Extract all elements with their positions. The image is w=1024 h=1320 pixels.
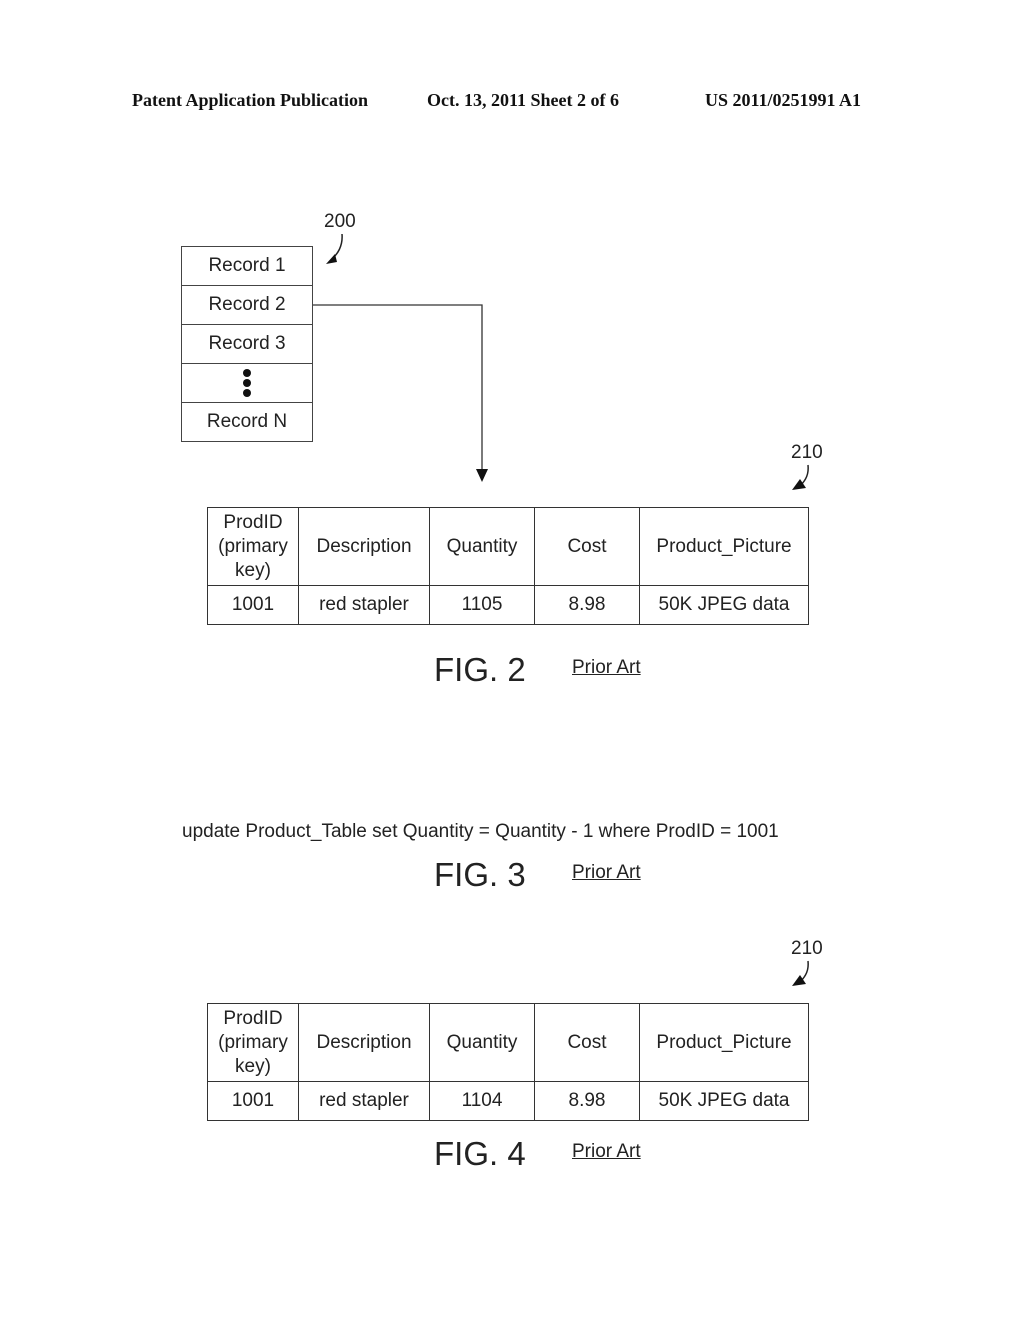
record-item: Record N bbox=[182, 403, 312, 442]
cell-description: red stapler bbox=[298, 585, 430, 625]
cell-description: red stapler bbox=[298, 1081, 430, 1121]
header-description: Description bbox=[298, 1003, 430, 1082]
record-stack: Record 1 Record 2 Record 3 Record N bbox=[181, 246, 313, 442]
ref-number-210-fig4: 210 bbox=[791, 938, 823, 959]
record-to-table-arrow bbox=[312, 304, 483, 470]
fig3-caption: FIG. 3 bbox=[434, 856, 526, 893]
fig2-caption: FIG. 2 bbox=[434, 651, 526, 688]
table-row: 1001 red stapler 1104 8.98 50K JPEG data bbox=[207, 1081, 809, 1121]
cell-cost: 8.98 bbox=[534, 585, 640, 625]
ref-200-arrowhead bbox=[326, 254, 337, 264]
fig4-caption: FIG. 4 bbox=[434, 1135, 526, 1172]
table-row: 1001 red stapler 1105 8.98 50K JPEG data bbox=[207, 585, 809, 625]
product-table-fig4: ProdID (primary key) Description Quantit… bbox=[207, 1003, 809, 1121]
vertical-ellipsis-icon bbox=[243, 369, 251, 397]
header-product-picture: Product_Picture bbox=[639, 1003, 809, 1082]
header-product-picture: Product_Picture bbox=[639, 507, 809, 586]
ref-number-210: 210 bbox=[791, 442, 823, 463]
header-description: Description bbox=[298, 507, 430, 586]
fig2-prior-art-label: Prior Art bbox=[572, 657, 641, 678]
cell-quantity: 1104 bbox=[429, 1081, 535, 1121]
header-cost: Cost bbox=[534, 1003, 640, 1082]
cell-cost: 8.98 bbox=[534, 1081, 640, 1121]
product-table-fig2: ProdID (primary key) Description Quantit… bbox=[207, 507, 809, 625]
header-cost: Cost bbox=[534, 507, 640, 586]
ref-200-leader bbox=[329, 233, 343, 262]
header-quantity: Quantity bbox=[429, 1003, 535, 1082]
ellipsis-record bbox=[182, 364, 312, 403]
record-item: Record 3 bbox=[182, 325, 312, 364]
fig3-prior-art-label: Prior Art bbox=[572, 862, 641, 883]
fig4-prior-art-label: Prior Art bbox=[572, 1141, 641, 1162]
sql-update-statement: update Product_Table set Quantity = Quan… bbox=[182, 821, 779, 842]
cell-product-picture: 50K JPEG data bbox=[639, 585, 809, 625]
cell-product-picture: 50K JPEG data bbox=[639, 1081, 809, 1121]
cell-quantity: 1105 bbox=[429, 585, 535, 625]
table-header-row: ProdID (primary key) Description Quantit… bbox=[207, 1003, 809, 1082]
header-prodid: ProdID (primary key) bbox=[207, 1003, 299, 1082]
cell-prodid: 1001 bbox=[207, 585, 299, 625]
record-item: Record 1 bbox=[182, 247, 312, 286]
arrowhead bbox=[476, 469, 488, 482]
cell-prodid: 1001 bbox=[207, 1081, 299, 1121]
record-item: Record 2 bbox=[182, 286, 312, 325]
header-prodid: ProdID (primary key) bbox=[207, 507, 299, 586]
table-header-row: ProdID (primary key) Description Quantit… bbox=[207, 507, 809, 586]
ref-number-200: 200 bbox=[324, 211, 356, 232]
header-quantity: Quantity bbox=[429, 507, 535, 586]
